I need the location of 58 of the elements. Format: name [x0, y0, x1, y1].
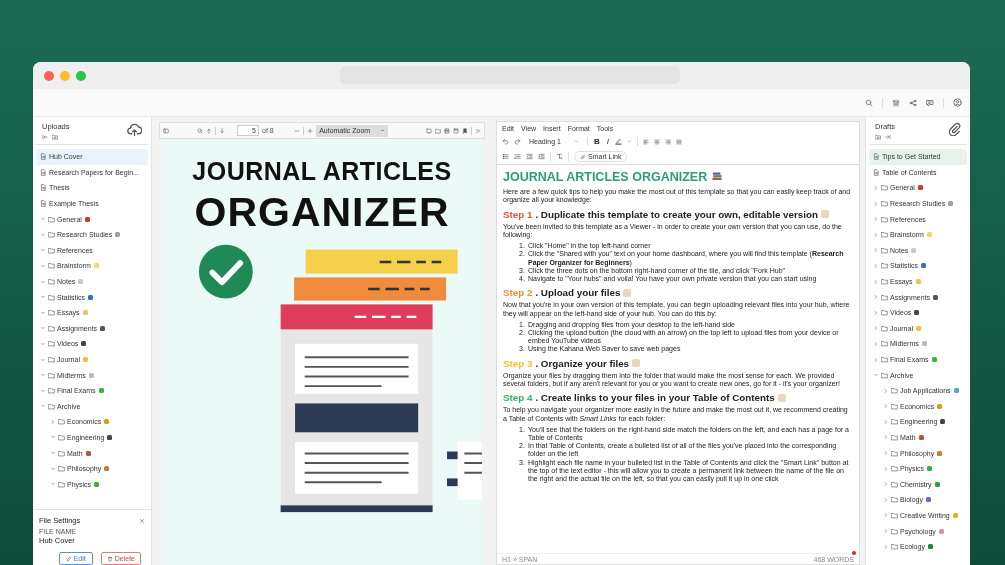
share-icon[interactable]: [909, 98, 917, 107]
file-icon: [873, 153, 880, 161]
file-icon: [873, 168, 880, 176]
emoji-icon: [632, 359, 641, 368]
check-circle-icon: [198, 244, 253, 299]
books-icon: [711, 171, 724, 183]
undo-icon[interactable]: [502, 138, 509, 145]
paperclip-icon[interactable]: [947, 122, 961, 136]
bulleted-list-icon[interactable]: [502, 153, 509, 160]
redo-icon[interactable]: [514, 138, 521, 145]
outdent-icon[interactable]: [526, 153, 533, 160]
page-heading: ORGANIZER: [194, 189, 450, 236]
notification-dot: [852, 551, 856, 555]
highlight-icon[interactable]: [615, 138, 622, 145]
align-left-icon[interactable]: [643, 138, 649, 145]
file-icon: [40, 168, 47, 176]
emoji-icon: [820, 210, 829, 219]
indent-icon[interactable]: [538, 153, 545, 160]
clear-format-icon[interactable]: [556, 153, 563, 160]
document-title: JOURNAL ARTICLES ORGANIZER: [503, 170, 853, 184]
emoji-icon: [777, 393, 786, 402]
page-heading: JOURNAL ARTICLES: [192, 157, 452, 186]
align-right-icon[interactable]: [665, 138, 671, 145]
expand-icon[interactable]: [885, 134, 891, 140]
close-icon[interactable]: [139, 517, 145, 524]
italic-button[interactable]: I: [605, 137, 610, 146]
numbered-list-icon[interactable]: [514, 153, 521, 160]
bold-button[interactable]: B: [593, 137, 601, 146]
trash-icon: [106, 555, 113, 562]
pencil-icon: [65, 555, 72, 562]
align-center-icon[interactable]: [654, 138, 660, 145]
close-window-button[interactable]: [44, 70, 54, 81]
folder-icon: [58, 434, 65, 441]
caret-icon: [627, 139, 632, 144]
link-icon: [580, 153, 586, 160]
zoom-window-button[interactable]: [76, 70, 86, 81]
folder-icon: [881, 356, 888, 363]
folder-add-icon[interactable]: [52, 134, 58, 140]
minimize-window-button[interactable]: [60, 70, 70, 81]
folder-icon: [891, 434, 898, 441]
upload-icon[interactable]: [127, 122, 142, 137]
file-icon: [40, 184, 47, 192]
emoji-icon: [623, 288, 632, 297]
search-icon[interactable]: [865, 98, 873, 107]
justify-icon[interactable]: [676, 138, 682, 145]
step-heading: Step 1 . Duplicate this template to create your own, editable version: [503, 208, 853, 220]
sliders-icon[interactable]: [892, 98, 900, 107]
folder-add-icon[interactable]: [875, 134, 881, 140]
step-heading: Step 4 . Create links to your files in your Table of Contents: [503, 392, 853, 404]
file-icon: [40, 200, 47, 208]
step-heading: Step 2 . Upload your files: [503, 287, 853, 299]
account-icon[interactable]: [953, 98, 962, 107]
comment-icon[interactable]: [926, 98, 934, 107]
step-heading: Step 3 . Organize your files: [503, 357, 853, 369]
collapse-icon[interactable]: [42, 134, 48, 140]
folder-icon: [48, 356, 55, 363]
caret-icon: [574, 139, 579, 144]
file-icon: [40, 153, 47, 161]
